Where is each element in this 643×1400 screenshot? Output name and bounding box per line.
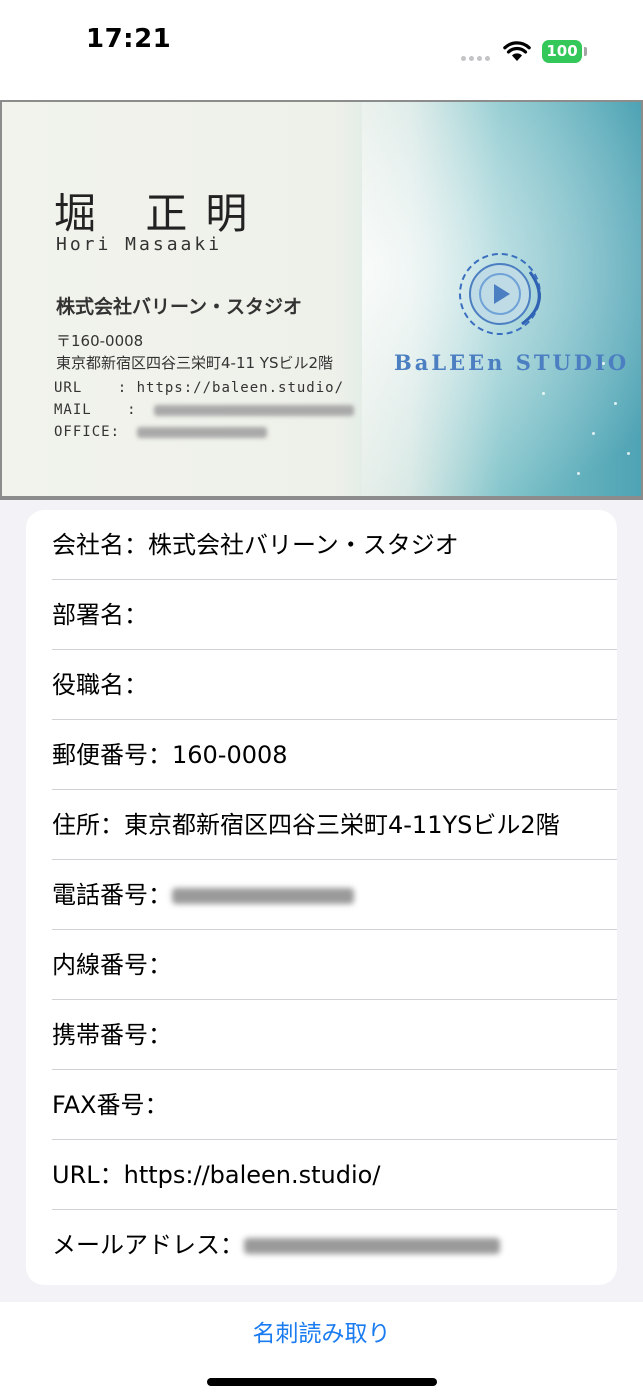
field-value: 東京都新宿区四谷三栄町4-11YSビル2階 xyxy=(124,811,560,839)
card-name-jp: 堀 正明 xyxy=(54,189,266,238)
field-row-mobile[interactable]: 携帯番号： xyxy=(52,1000,617,1070)
field-row-company[interactable]: 会社名：株式会社バリーン・スタジオ xyxy=(52,510,617,580)
field-label: 役職名： xyxy=(52,671,148,699)
card-url-label: URL xyxy=(54,380,83,396)
business-card: 堀 正明 Hori Masaaki 株式会社バリーン・スタジオ 〒160-000… xyxy=(2,102,641,496)
field-value: 160-0008 xyxy=(172,741,288,769)
field-label: FAX番号： xyxy=(52,1091,169,1119)
home-indicator xyxy=(207,1378,437,1386)
status-bar: 17:21 100 xyxy=(0,0,643,100)
cellular-signal-icon xyxy=(461,54,491,62)
field-row-address[interactable]: 住所：東京都新宿区四谷三栄町4-11YSビル2階 xyxy=(52,790,617,860)
card-mail-masked xyxy=(154,404,355,416)
wifi-icon xyxy=(503,41,531,61)
field-value: 株式会社バリーン・スタジオ xyxy=(148,531,459,559)
card-url-value: : https://baleen.studio/ xyxy=(117,380,345,396)
card-name-en: Hori Masaaki xyxy=(56,234,223,255)
phone-masked-value xyxy=(172,888,354,904)
field-label: 携帯番号： xyxy=(52,1021,172,1049)
field-row-phone[interactable]: 電話番号： xyxy=(52,860,617,930)
battery-icon: 100 xyxy=(542,40,582,63)
card-office-line: OFFICE: xyxy=(54,424,268,440)
field-row-title[interactable]: 役職名： xyxy=(52,650,617,720)
card-address: 東京都新宿区四谷三栄町4-11 YSビル2階 xyxy=(56,354,334,372)
scan-card-button[interactable]: 名刺読み取り xyxy=(0,1314,643,1348)
card-company: 株式会社バリーン・スタジオ xyxy=(56,296,303,318)
business-card-photo: 堀 正明 Hori Masaaki 株式会社バリーン・スタジオ 〒160-000… xyxy=(0,100,643,500)
email-masked-value xyxy=(244,1238,500,1254)
field-row-department[interactable]: 部署名： xyxy=(52,580,617,650)
card-fields-list: 会社名：株式会社バリーン・スタジオ 部署名： 役職名： 郵便番号：160-000… xyxy=(26,510,617,1285)
card-mail-label: MAIL xyxy=(54,402,92,418)
field-label: 内線番号： xyxy=(52,951,172,979)
field-label: 郵便番号： xyxy=(52,741,172,769)
field-row-extension[interactable]: 内線番号： xyxy=(52,930,617,1000)
field-row-url[interactable]: URL：https://baleen.studio/ xyxy=(52,1140,617,1210)
field-label: 電話番号： xyxy=(52,881,172,909)
field-row-fax[interactable]: FAX番号： xyxy=(52,1070,617,1140)
field-row-postal-code[interactable]: 郵便番号：160-0008 xyxy=(52,720,617,790)
field-label: URL： xyxy=(52,1161,124,1189)
bottom-bar: 名刺読み取り xyxy=(0,1302,643,1400)
field-value: https://baleen.studio/ xyxy=(123,1161,381,1189)
battery-tip xyxy=(584,47,587,56)
status-time: 17:21 xyxy=(86,24,172,54)
field-label: 部署名： xyxy=(52,601,148,629)
field-label: 住所： xyxy=(52,811,124,839)
baleen-emblem-icon xyxy=(459,253,541,335)
card-zip: 〒160-0008 xyxy=(56,332,144,350)
card-url-line: URL : https://baleen.studio/ xyxy=(54,380,344,396)
field-label: メールアドレス： xyxy=(52,1231,244,1259)
card-brand-logo: BaLEEn STUDIO xyxy=(394,350,630,375)
card-office-masked xyxy=(137,426,268,438)
card-mail-line: MAIL : xyxy=(54,402,355,418)
field-label: 会社名： xyxy=(52,531,148,559)
card-office-label: OFFICE: xyxy=(54,424,121,440)
field-row-email[interactable]: メールアドレス： xyxy=(52,1210,617,1280)
